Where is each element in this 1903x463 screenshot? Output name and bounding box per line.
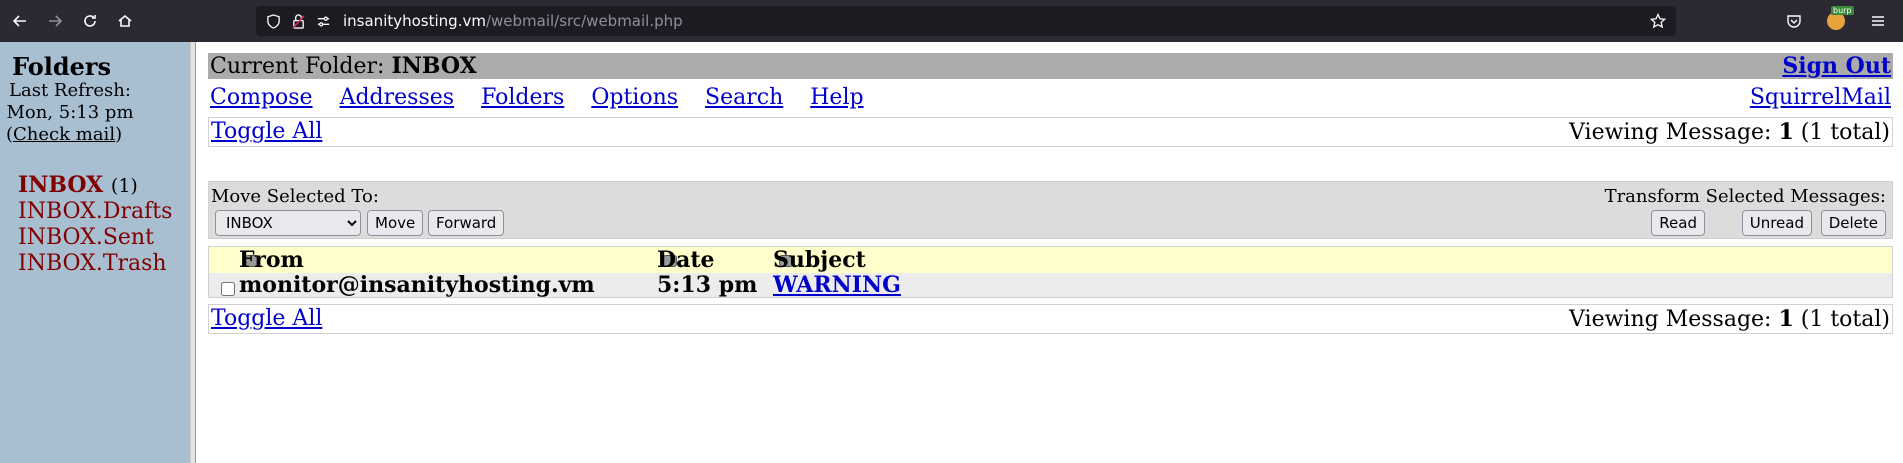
forward-button[interactable]: Forward: [428, 210, 505, 236]
lock-warning-icon[interactable]: [291, 13, 306, 29]
column-from[interactable]: From: [239, 247, 304, 273]
folders-title: Folders: [12, 52, 112, 81]
menu-icon[interactable]: [1863, 6, 1893, 36]
message-select-checkbox[interactable]: [221, 282, 235, 296]
bookmark-star-icon[interactable]: [1649, 12, 1667, 33]
paging-row-top: Toggle All Viewing Message: 1 (1 total): [208, 117, 1893, 147]
viewing-prefix: Viewing Message:: [1569, 307, 1779, 332]
viewing-number: 1: [1778, 119, 1794, 145]
reload-icon[interactable]: [75, 6, 105, 36]
check-mail-link[interactable]: Check mail: [13, 124, 115, 145]
url-path: /webmail/src/webmail.php: [485, 12, 683, 30]
menu-options[interactable]: Options: [591, 85, 678, 110]
toggle-all-link[interactable]: Toggle All: [211, 306, 322, 331]
message-date: 5:13 pm: [657, 272, 758, 298]
viewing-prefix: Viewing Message:: [1569, 120, 1779, 145]
menu-help[interactable]: Help: [810, 85, 863, 110]
squirrelmail-link[interactable]: SquirrelMail: [1750, 85, 1891, 110]
burp-extension-tag: burp: [1831, 6, 1854, 15]
menu-addresses[interactable]: Addresses: [340, 85, 454, 110]
back-icon[interactable]: [5, 6, 35, 36]
current-folder-label: Current Folder:: [210, 54, 392, 79]
permissions-icon[interactable]: [316, 14, 331, 29]
shield-icon[interactable]: [266, 13, 281, 29]
folder-name: INBOX: [18, 172, 104, 198]
folder-item-sent[interactable]: INBOX.Sent: [18, 225, 172, 251]
current-folder-bar: Current Folder: INBOX Sign Out: [208, 53, 1893, 79]
check-mail: (Check mail): [6, 124, 122, 145]
home-icon[interactable]: [110, 6, 140, 36]
read-button[interactable]: Read: [1651, 210, 1705, 236]
column-date[interactable]: Date: [657, 247, 715, 273]
paging-row-bottom: Toggle All Viewing Message: 1 (1 total): [208, 304, 1893, 334]
column-date-label: Date: [657, 247, 715, 273]
check-mail-open-paren: (: [6, 124, 14, 145]
current-folder-name: INBOX: [391, 53, 477, 79]
move-selected-label: Move Selected To:: [211, 186, 379, 207]
message-actions-bar: Move Selected To: Transform Selected Mes…: [208, 181, 1893, 239]
forward-icon[interactable]: [40, 6, 70, 36]
last-refresh-time: Mon, 5:13 pm: [6, 102, 134, 123]
folder-sidebar: Folders Last Refresh: Mon, 5:13 pm (Chec…: [0, 42, 190, 463]
toggle-all-link[interactable]: Toggle All: [211, 119, 322, 144]
folder-item-inbox[interactable]: INBOX (1): [18, 172, 172, 199]
viewing-message-text: Viewing Message: 1 (1 total): [1569, 118, 1890, 147]
menu-folders[interactable]: Folders: [481, 85, 564, 110]
delete-button[interactable]: Delete: [1820, 210, 1886, 236]
viewing-number: 1: [1778, 306, 1794, 332]
pocket-icon[interactable]: [1779, 6, 1809, 36]
main-menu: Compose Addresses Folders Options Search…: [210, 85, 884, 110]
folder-list: INBOX (1) INBOX.Drafts INBOX.Sent INBOX.…: [18, 172, 172, 277]
message-from: monitor@insanityhosting.vm: [239, 272, 595, 298]
menu-search[interactable]: Search: [705, 85, 783, 110]
column-from-label: From: [239, 247, 304, 273]
viewing-message-text: Viewing Message: 1 (1 total): [1569, 305, 1890, 334]
transform-selected-label: Transform Selected Messages:: [1604, 186, 1886, 207]
folder-item-drafts[interactable]: INBOX.Drafts: [18, 199, 172, 225]
last-refresh-label: Last Refresh:: [9, 80, 131, 101]
column-subject-label: Subject: [773, 247, 866, 273]
unread-button[interactable]: Unread: [1741, 210, 1812, 236]
message-subject-link[interactable]: WARNING: [773, 273, 901, 297]
menu-compose[interactable]: Compose: [210, 85, 313, 110]
burp-extension-icon[interactable]: burp: [1821, 6, 1854, 36]
last-refresh: Last Refresh: Mon, 5:13 pm: [0, 80, 140, 124]
url-bar[interactable]: insanityhosting.vm/webmail/src/webmail.p…: [256, 6, 1676, 36]
viewing-suffix: (1 total): [1793, 307, 1890, 332]
folder-name: INBOX.Drafts: [18, 199, 173, 224]
browser-toolbar: insanityhosting.vm/webmail/src/webmail.p…: [0, 0, 1903, 42]
url-text: insanityhosting.vm/webmail/src/webmail.p…: [343, 12, 683, 30]
message-table: From Date Subject monitor@insanityhostin…: [208, 246, 1893, 298]
toolbar-right-icons: burp: [1779, 6, 1893, 36]
viewing-suffix: (1 total): [1793, 120, 1890, 145]
burp-extension-badge: burp: [1827, 6, 1854, 30]
message-table-header: From Date Subject: [209, 247, 1892, 273]
table-row[interactable]: monitor@insanityhosting.vm 5:13 pm WARNI…: [209, 273, 1892, 297]
message-list-frame: Current Folder: INBOX Sign Out Compose A…: [196, 42, 1903, 463]
move-button[interactable]: Move: [367, 210, 424, 236]
url-host: insanityhosting.vm: [343, 12, 486, 30]
sign-out-link[interactable]: Sign Out: [1782, 53, 1891, 79]
check-mail-close-paren: ): [115, 124, 123, 145]
folder-name: INBOX.Sent: [18, 225, 154, 250]
folder-item-trash[interactable]: INBOX.Trash: [18, 251, 172, 277]
folder-name: INBOX.Trash: [18, 251, 167, 276]
folder-unread-count: (1): [110, 175, 138, 197]
column-subject[interactable]: Subject: [773, 247, 866, 273]
move-target-select[interactable]: INBOX: [215, 210, 361, 236]
